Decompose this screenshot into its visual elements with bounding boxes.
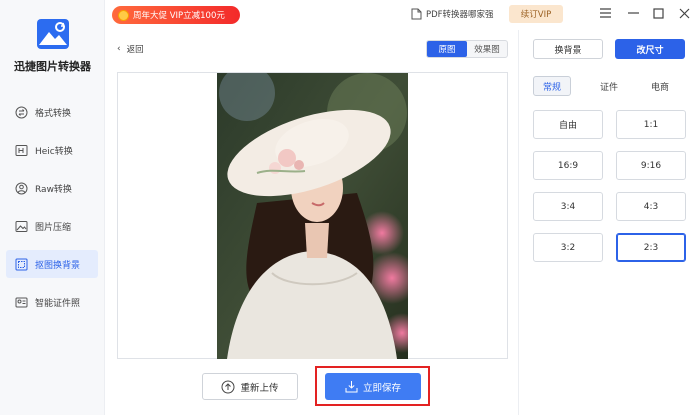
sidebar-nav: 格式转换 Heic转换 Raw转换 图片压缩 抠图换背景 智能证件照 — [6, 98, 98, 326]
ratio-3-4[interactable]: 3:4 — [533, 192, 603, 221]
promo-text: 周年大促 VIP立减100元 — [133, 11, 225, 21]
ratio-2-3[interactable]: 2:3 — [616, 233, 686, 262]
tab-regular[interactable]: 常规 — [533, 76, 571, 96]
tab-id[interactable]: 证件 — [590, 76, 628, 96]
pdf-converter-link[interactable]: PDF转换器哪家强 — [411, 6, 494, 22]
heic-icon — [14, 143, 28, 157]
ratio-3-2[interactable]: 3:2 — [533, 233, 603, 262]
sidebar-item-label: 图片压缩 — [35, 222, 72, 233]
renew-vip-button[interactable]: 续订VIP — [509, 5, 563, 23]
sidebar-item-label: Raw转换 — [35, 184, 72, 195]
app-logo-icon — [36, 18, 70, 50]
ratio-free[interactable]: 自由 — [533, 110, 603, 139]
sidebar-item-label: Heic转换 — [35, 146, 73, 157]
sidebar-item-compress[interactable]: 图片压缩 — [6, 212, 98, 240]
sidebar-item-label: 智能证件照 — [35, 298, 81, 309]
download-icon — [345, 380, 358, 393]
promo-banner[interactable]: 周年大促 VIP立减100元 — [112, 6, 240, 24]
preview-photo — [217, 73, 408, 359]
reupload-label: 重新上传 — [240, 382, 279, 394]
pdf-link-label: PDF转换器哪家强 — [426, 10, 494, 20]
save-label: 立即保存 — [362, 382, 401, 394]
sidebar-item-label: 抠图换背景 — [35, 260, 81, 271]
sidebar-item-format-convert[interactable]: 格式转换 — [6, 98, 98, 126]
image-canvas — [117, 72, 508, 359]
sidebar-item-cutout[interactable]: 抠图换背景 — [6, 250, 98, 278]
sidebar-item-heic[interactable]: Heic转换 — [6, 136, 98, 164]
resize-button[interactable]: 改尺寸 — [615, 39, 685, 59]
cutout-icon — [14, 257, 28, 271]
format-convert-icon — [14, 105, 28, 119]
tab-effect[interactable]: 效果图 — [467, 41, 507, 57]
sidebar-item-label: 格式转换 — [35, 108, 72, 119]
maximize-icon[interactable] — [650, 5, 666, 21]
ratio-9-16[interactable]: 9:16 — [616, 151, 686, 180]
coin-icon — [118, 9, 129, 21]
menu-icon[interactable] — [597, 5, 613, 21]
ratio-4-3[interactable]: 4:3 — [616, 192, 686, 221]
sidebar-item-id-photo[interactable]: 智能证件照 — [6, 288, 98, 316]
back-button[interactable]: ‹ 返回 — [117, 43, 144, 55]
app-title: 迅捷图片转换器 — [14, 60, 91, 73]
id-photo-icon — [14, 295, 28, 309]
back-label: 返回 — [126, 45, 144, 55]
compress-icon — [14, 219, 28, 233]
ratio-16-9[interactable]: 16:9 — [533, 151, 603, 180]
save-button[interactable]: 立即保存 — [325, 373, 421, 400]
change-background-button[interactable]: 换背景 — [533, 39, 603, 59]
upload-icon — [221, 380, 235, 394]
document-icon — [411, 8, 422, 20]
tab-original[interactable]: 原图 — [427, 41, 467, 57]
tab-ecommerce[interactable]: 电商 — [641, 76, 679, 96]
sidebar-item-raw[interactable]: Raw转换 — [6, 174, 98, 202]
chevron-left-icon: ‹ — [117, 44, 121, 54]
minimize-icon[interactable] — [625, 5, 641, 21]
sidebar: 迅捷图片转换器 格式转换 Heic转换 Raw转换 图片压缩 抠图换背景 智能证… — [0, 0, 105, 415]
close-icon[interactable] — [676, 5, 692, 21]
raw-icon — [14, 181, 28, 195]
view-toggle: 原图 效果图 — [426, 40, 508, 58]
reupload-button[interactable]: 重新上传 — [202, 373, 298, 400]
ratio-1-1[interactable]: 1:1 — [616, 110, 686, 139]
